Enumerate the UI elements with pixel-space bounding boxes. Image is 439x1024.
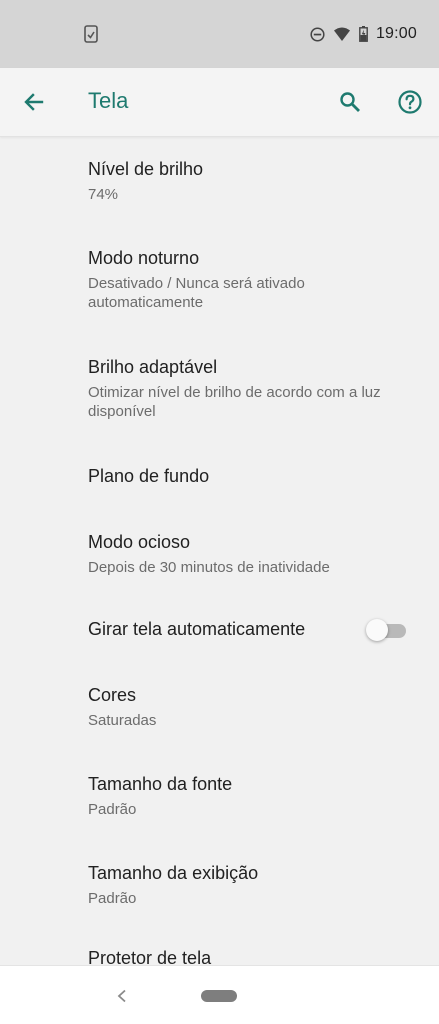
setting-summary: 74% bbox=[88, 186, 119, 203]
setting-sleep-mode[interactable]: Modo ocioso Depois de 30 minutos de inat… bbox=[0, 510, 439, 599]
wifi-icon bbox=[333, 27, 350, 41]
setting-summary: Padrão bbox=[88, 801, 137, 818]
help-button[interactable] bbox=[390, 82, 430, 122]
setting-title: Brilho adaptável bbox=[88, 357, 218, 377]
setting-summary: Saturadas bbox=[88, 712, 157, 729]
back-button[interactable] bbox=[14, 82, 54, 122]
setting-display-size[interactable]: Tamanho da exibição Padrão bbox=[0, 843, 439, 932]
setting-adaptive-brightness[interactable]: Brilho adaptável Otimizar nível de brilh… bbox=[0, 335, 439, 444]
screenshot-icon bbox=[84, 25, 98, 43]
nav-back-icon bbox=[117, 989, 126, 1003]
status-time: 19:00 bbox=[375, 25, 417, 42]
setting-title: Modo ocioso bbox=[88, 532, 191, 552]
battery-charging-icon bbox=[359, 26, 368, 42]
setting-title: Plano de fundo bbox=[88, 466, 210, 486]
setting-summary: Padrão bbox=[88, 890, 137, 907]
setting-wallpaper[interactable]: Plano de fundo bbox=[0, 444, 439, 510]
setting-summary: Otimizar nível de brilho de acordo com a… bbox=[88, 384, 381, 420]
setting-title: Nível de brilho bbox=[88, 159, 204, 179]
home-pill-icon[interactable] bbox=[201, 990, 237, 1002]
search-icon bbox=[340, 92, 360, 112]
status-bar: 19:00 bbox=[0, 0, 439, 68]
setting-title: Tamanho da exibição bbox=[88, 863, 259, 883]
setting-summary: Depois de 30 minutos de inatividade bbox=[88, 559, 330, 576]
status-icons: 19:00 bbox=[310, 22, 417, 46]
setting-brightness-level[interactable]: Nível de brilho 74% bbox=[0, 137, 439, 226]
toggle-thumb bbox=[366, 619, 388, 641]
arrow-back-icon bbox=[24, 93, 44, 111]
setting-title: Tamanho da fonte bbox=[88, 774, 233, 794]
setting-colors[interactable]: Cores Saturadas bbox=[0, 665, 439, 754]
do-not-disturb-icon bbox=[310, 26, 325, 42]
setting-title: Modo noturno bbox=[88, 248, 200, 268]
settings-list: Nível de brilho 74% Modo noturno Desativ… bbox=[0, 137, 439, 965]
nav-back-button[interactable] bbox=[110, 984, 134, 1008]
setting-title: Cores bbox=[88, 685, 137, 705]
setting-font-size[interactable]: Tamanho da fonte Padrão bbox=[0, 754, 439, 843]
setting-night-mode[interactable]: Modo noturno Desativado / Nunca será ati… bbox=[0, 226, 439, 335]
search-button[interactable] bbox=[330, 82, 370, 122]
help-icon bbox=[398, 90, 422, 114]
settings-screen: 19:00 Tela Nível de brilho 74% Modo notu… bbox=[0, 0, 439, 1024]
setting-summary: Desativado / Nunca será ativado automati… bbox=[88, 275, 305, 311]
auto-rotate-toggle[interactable] bbox=[366, 619, 408, 643]
page-title: Tela bbox=[88, 88, 129, 113]
app-bar: Tela bbox=[0, 68, 439, 137]
setting-screen-saver[interactable]: Protetor de tela bbox=[0, 932, 439, 965]
navigation-bar bbox=[0, 965, 439, 1024]
setting-auto-rotate[interactable]: Girar tela automaticamente bbox=[0, 599, 439, 665]
setting-title: Protetor de tela bbox=[88, 948, 212, 965]
setting-title: Girar tela automaticamente bbox=[88, 619, 306, 639]
